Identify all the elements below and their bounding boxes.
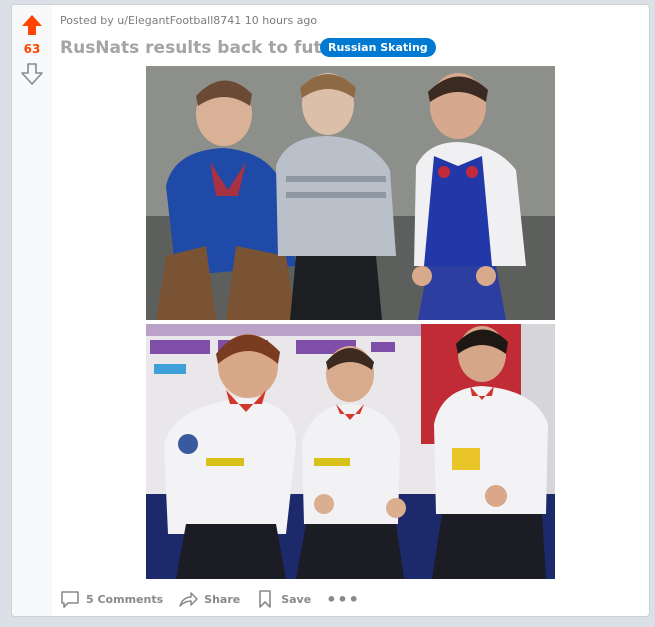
vote-bar: 63 bbox=[12, 5, 52, 616]
bottom-photo bbox=[146, 324, 555, 579]
share-label: Share bbox=[204, 592, 241, 606]
comment-icon bbox=[61, 591, 79, 608]
save-button[interactable]: Save bbox=[255, 589, 311, 609]
flair-badge[interactable]: Russian Skating bbox=[320, 38, 436, 57]
posted-by-label: Posted by bbox=[60, 14, 114, 27]
top-photo bbox=[146, 66, 555, 320]
share-icon bbox=[179, 592, 198, 607]
share-button[interactable]: Share bbox=[178, 589, 240, 609]
vote-score: 63 bbox=[23, 42, 41, 56]
post-card[interactable]: 63 Posted by u/ElegantFootball8741 10 ho… bbox=[11, 4, 650, 617]
bookmark-icon bbox=[259, 590, 272, 608]
comments-label: 5 Comments bbox=[86, 592, 164, 606]
upvote-arrow-icon[interactable] bbox=[21, 14, 43, 36]
save-label: Save bbox=[281, 592, 312, 606]
post-image[interactable] bbox=[146, 66, 555, 579]
post-title[interactable]: RusNats results back to future bbox=[60, 38, 354, 58]
downvote-arrow-icon[interactable] bbox=[21, 63, 43, 85]
post-time: 10 hours ago bbox=[244, 14, 318, 27]
more-options-button[interactable]: ••• bbox=[326, 590, 360, 609]
post-actions: 5 Comments Share Save ••• bbox=[60, 587, 375, 611]
post-meta: Posted by u/ElegantFootball8741 10 hours… bbox=[60, 14, 317, 27]
comments-button[interactable]: 5 Comments bbox=[60, 589, 163, 609]
author-link[interactable]: u/ElegantFootball8741 bbox=[117, 14, 241, 27]
more-options-icon: ••• bbox=[326, 589, 360, 609]
